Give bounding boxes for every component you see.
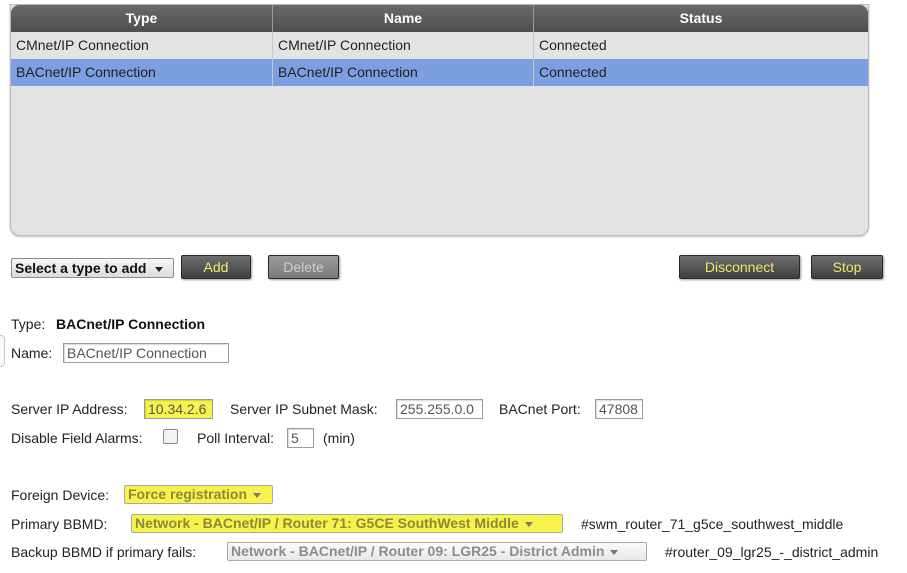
cell-name: BACnet/IP Connection: [273, 59, 534, 86]
column-header-type[interactable]: Type: [11, 5, 273, 32]
cell-status: Connected: [539, 37, 607, 53]
chevron-down-icon: [155, 266, 164, 272]
disconnect-button[interactable]: Disconnect: [679, 255, 800, 279]
delete-button[interactable]: Delete: [268, 255, 339, 279]
foreign-device-select[interactable]: Force registration: [124, 485, 273, 504]
port-field[interactable]: 47808: [595, 399, 643, 419]
port-label: BACnet Port:: [499, 401, 581, 417]
subnet-label: Server IP Subnet Mask:: [230, 401, 378, 417]
name-label: Name:: [11, 345, 53, 361]
server-ip-field[interactable]: 10.34.2.6: [144, 399, 213, 419]
disable-alarms-checkbox[interactable]: [163, 429, 178, 444]
chevron-down-icon: [524, 521, 533, 527]
type-select-label: Select a type to add: [15, 260, 147, 276]
backup-bbmd-label: Backup BBMD if primary fails:: [11, 544, 197, 560]
backup-bbmd-ref: #router_09_lgr25_-_district_admin: [665, 544, 879, 560]
foreign-device-value: Force registration: [128, 486, 248, 502]
type-label: Type:: [11, 316, 46, 332]
connections-table: Type Name Status CMnet/IP Connection CMn…: [10, 4, 869, 236]
primary-bbmd-value: Network - BACnet/IP / Router 71: G5CE So…: [135, 515, 519, 531]
primary-bbmd-label: Primary BBMD:: [11, 516, 108, 532]
server-ip-label: Server IP Address:: [11, 401, 128, 417]
table-row-selected[interactable]: BACnet/IP Connection BACnet/IP Connectio…: [11, 59, 868, 86]
primary-bbmd-select[interactable]: Network - BACnet/IP / Router 71: G5CE So…: [131, 514, 563, 533]
column-header-status[interactable]: Status: [534, 5, 868, 32]
poll-interval-field[interactable]: 5: [287, 428, 314, 448]
foreign-device-label: Foreign Device:: [11, 487, 110, 503]
type-select[interactable]: Select a type to add: [11, 258, 174, 278]
backup-bbmd-select[interactable]: Network - BACnet/IP / Router 09: LGR25 -…: [227, 542, 647, 561]
name-field[interactable]: BACnet/IP Connection: [63, 343, 229, 363]
stop-button[interactable]: Stop: [811, 255, 883, 279]
column-header-name[interactable]: Name: [273, 5, 534, 32]
table-header: Type Name Status: [11, 5, 868, 32]
type-value: BACnet/IP Connection: [56, 316, 206, 332]
disable-alarms-label: Disable Field Alarms:: [11, 430, 143, 446]
backup-bbmd-value: Network - BACnet/IP / Router 09: LGR25 -…: [231, 543, 605, 559]
cell-name: CMnet/IP Connection: [273, 32, 534, 59]
poll-interval-label: Poll Interval:: [197, 430, 275, 446]
chevron-down-icon: [610, 549, 619, 555]
cell-type: CMnet/IP Connection: [11, 32, 273, 59]
subnet-field[interactable]: 255.255.0.0: [396, 399, 483, 419]
primary-bbmd-ref: #swm_router_71_g5ce_southwest_middle: [581, 516, 844, 532]
table-row[interactable]: CMnet/IP Connection CMnet/IP Connection …: [11, 32, 868, 59]
cell-status: Connected: [539, 64, 607, 80]
cell-type: BACnet/IP Connection: [11, 59, 273, 86]
add-button[interactable]: Add: [181, 255, 251, 279]
poll-unit: (min): [323, 430, 355, 446]
panel-edge-handle[interactable]: [0, 335, 5, 367]
chevron-down-icon: [253, 492, 262, 498]
